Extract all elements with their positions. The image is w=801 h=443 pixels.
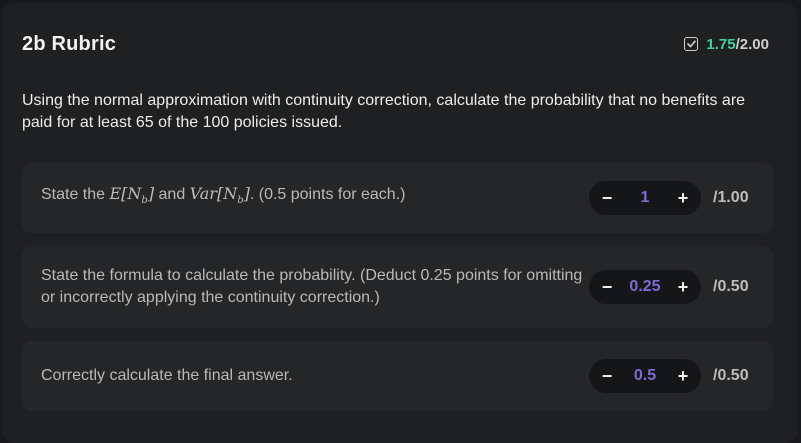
max-points: /0.50 bbox=[713, 278, 749, 295]
criterion-1-text: State the E[Nb] and Var[Nb]. (0.5 points… bbox=[41, 184, 406, 207]
criterion-3: Correctly calculate the final answer. − … bbox=[22, 341, 773, 411]
criterion-2: State the formula to calculate the proba… bbox=[22, 246, 773, 328]
increment-button[interactable]: + bbox=[675, 366, 691, 387]
score-value[interactable]: 0.5 bbox=[634, 367, 656, 385]
criterion-1: State the E[Nb] and Var[Nb]. (0.5 points… bbox=[22, 163, 773, 233]
max-points: /1.00 bbox=[713, 189, 749, 206]
score-total: /2.00 bbox=[735, 35, 769, 53]
score-earned: 1.75 bbox=[706, 35, 736, 53]
criterion-1-controls: − 1 + /1.00 bbox=[589, 181, 755, 215]
decrement-button[interactable]: − bbox=[599, 188, 615, 209]
checkbox-check-icon bbox=[684, 37, 699, 51]
decrement-button[interactable]: − bbox=[599, 277, 615, 298]
score-value[interactable]: 0.25 bbox=[629, 278, 660, 296]
score-stepper: − 0.25 + bbox=[589, 270, 701, 304]
criterion-3-controls: − 0.5 + /0.50 bbox=[589, 359, 755, 393]
increment-button[interactable]: + bbox=[675, 277, 691, 298]
score-value[interactable]: 1 bbox=[641, 189, 650, 207]
increment-button[interactable]: + bbox=[675, 188, 691, 209]
score-stepper: − 0.5 + bbox=[589, 359, 701, 393]
rubric-header: 2b Rubric 1.75/2.00 bbox=[22, 31, 769, 57]
score-stepper: − 1 + bbox=[589, 181, 701, 215]
max-points: /0.50 bbox=[713, 367, 749, 384]
criterion-2-controls: − 0.25 + /0.50 bbox=[589, 270, 755, 304]
criterion-3-text: Correctly calculate the final answer. bbox=[41, 367, 293, 384]
decrement-button[interactable]: − bbox=[599, 366, 615, 387]
rubric-title: 2b Rubric bbox=[22, 32, 117, 55]
question-prompt: Using the normal approximation with cont… bbox=[22, 92, 746, 131]
rubric-score: 1.75/2.00 bbox=[684, 36, 769, 53]
rubric-panel: 2b Rubric 1.75/2.00 Using the normal app… bbox=[2, 3, 797, 443]
criterion-2-text: State the formula to calculate the proba… bbox=[41, 267, 583, 306]
